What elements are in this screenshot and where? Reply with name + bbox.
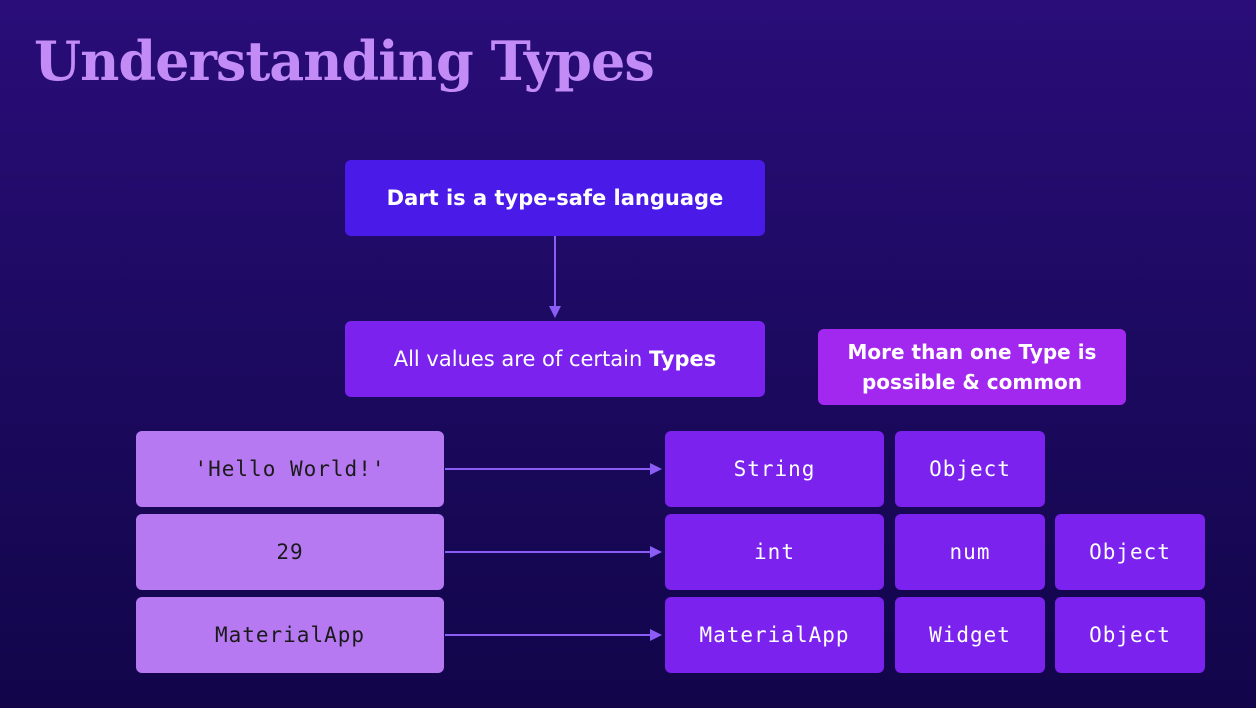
arrow-row-2 xyxy=(445,546,662,558)
arrow-row-1 xyxy=(445,463,662,475)
arrow-row-3 xyxy=(445,629,662,641)
down-arrow xyxy=(549,236,561,318)
value-box-materialapp: MaterialApp xyxy=(136,597,444,673)
values-types-box: All values are of certain Types xyxy=(345,321,765,397)
type-safe-box: Dart is a type-safe language xyxy=(345,160,765,236)
type-box-object-3: Object xyxy=(1055,597,1205,673)
value-box-29: 29 xyxy=(136,514,444,590)
type-box-string: String xyxy=(665,431,884,507)
type-box-object-1: Object xyxy=(895,431,1045,507)
type-box-int: int xyxy=(665,514,884,590)
type-box-widget: Widget xyxy=(895,597,1045,673)
type-box-num: num xyxy=(895,514,1045,590)
types-emphasis: Types xyxy=(648,347,717,371)
slide-title: Understanding Types xyxy=(34,29,655,93)
value-box-hello-world: 'Hello World!' xyxy=(136,431,444,507)
type-box-materialapp: MaterialApp xyxy=(665,597,884,673)
multiple-types-note: More than one Type is possible & common xyxy=(818,329,1126,405)
type-box-object-2: Object xyxy=(1055,514,1205,590)
values-types-text: All values are of certain Types xyxy=(393,347,717,371)
